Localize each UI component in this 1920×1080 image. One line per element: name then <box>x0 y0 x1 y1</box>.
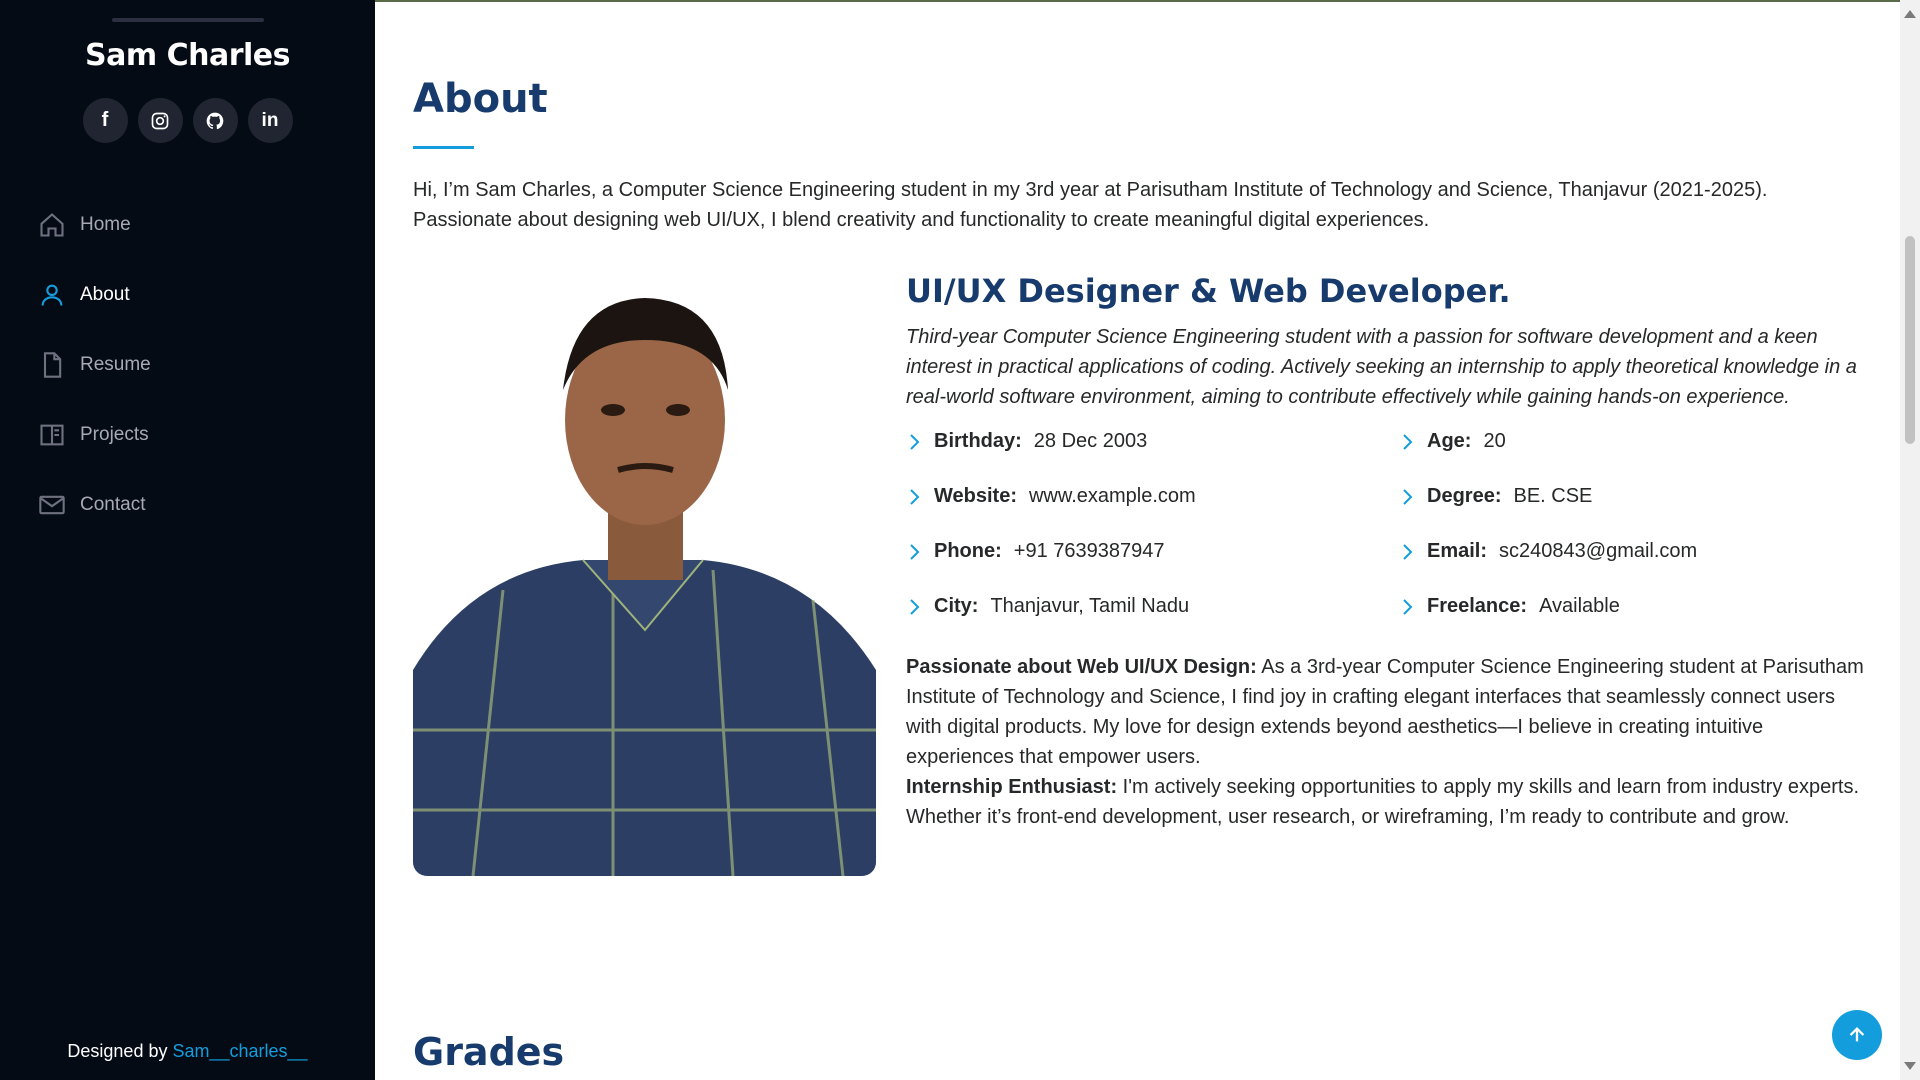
person-icon <box>38 281 66 309</box>
about-intro: Hi, I’m Sam Charles, a Computer Science … <box>413 179 1768 231</box>
nav-item-about[interactable]: About <box>38 260 151 330</box>
chevron-right-icon <box>1399 597 1419 617</box>
scrollbar-thumb[interactable] <box>1905 236 1915 444</box>
fact-freelance: Freelance: Available <box>1399 595 1620 618</box>
credit-link[interactable]: Sam__charles__ <box>172 1041 307 1061</box>
arrow-up-icon <box>1849 1026 1865 1042</box>
chevron-right-icon <box>906 432 926 452</box>
hero-image-edge <box>375 0 1900 2</box>
chevron-right-icon <box>1399 487 1419 507</box>
sidebar: Sam Charles f in Home About Resume Proje… <box>0 0 375 1080</box>
fact-website: Website: www.example.com <box>906 485 1196 508</box>
file-icon <box>38 351 66 379</box>
home-icon <box>38 211 66 239</box>
book-icon <box>38 421 66 449</box>
back-to-top-button[interactable] <box>1832 1010 1882 1060</box>
nav-menu: Home About Resume Projects Contact <box>38 190 151 540</box>
footer-credit: Designed by Sam__charles__ <box>67 1041 308 1061</box>
fact-email: Email: sc240843@gmail.com <box>1399 540 1697 563</box>
about-details: Passionate about Web UI/UX Design: As a … <box>906 652 1866 832</box>
scroll-down-arrow[interactable] <box>1904 1062 1916 1070</box>
github-link[interactable] <box>192 98 238 143</box>
nav-label: About <box>80 284 130 305</box>
chevron-right-icon <box>1399 542 1419 562</box>
linkedin-icon: in <box>261 109 279 131</box>
nav-item-contact[interactable]: Contact <box>38 470 151 540</box>
fact-age: Age: 20 <box>1399 430 1506 453</box>
linkedin-link[interactable]: in <box>247 98 293 143</box>
nav-label: Contact <box>80 494 146 515</box>
role-description: Third-year Computer Science Engineering … <box>906 326 1857 408</box>
fact-birthday: Birthday: 28 Dec 2003 <box>906 430 1147 453</box>
nav-item-home[interactable]: Home <box>38 190 151 260</box>
chevron-right-icon <box>1399 432 1419 452</box>
internship-label: Internship Enthusiast: <box>906 776 1118 798</box>
instagram-icon <box>151 112 169 129</box>
page-scrollbar[interactable] <box>1900 0 1920 1080</box>
section-title-grades: Grades <box>413 1030 565 1074</box>
chevron-right-icon <box>906 542 926 562</box>
main-content: About Hi, I’m Sam Charles, a Computer Sc… <box>375 0 1900 1080</box>
chevron-right-icon <box>906 487 926 507</box>
chevron-right-icon <box>906 597 926 617</box>
profile-photo-illustration <box>413 270 876 876</box>
passion-label: Passionate about Web UI/UX Design: <box>906 656 1257 678</box>
nav-label: Projects <box>80 424 149 445</box>
github-icon <box>206 112 224 129</box>
social-links: f in <box>0 98 375 143</box>
fact-phone: Phone: +91 7639387947 <box>906 540 1165 563</box>
profile-photo <box>413 270 876 876</box>
instagram-link[interactable] <box>137 98 183 143</box>
facebook-link[interactable]: f <box>82 98 128 143</box>
nav-label: Resume <box>80 354 151 375</box>
fact-degree: Degree: BE. CSE <box>1399 485 1592 508</box>
envelope-icon <box>38 491 66 519</box>
nav-item-projects[interactable]: Projects <box>38 400 151 470</box>
facebook-icon: f <box>101 109 109 131</box>
nav-item-resume[interactable]: Resume <box>38 330 151 400</box>
title-underline <box>413 146 474 149</box>
fact-city: City: Thanjavur, Tamil Nadu <box>906 595 1189 618</box>
profile-image-edge <box>112 18 264 22</box>
site-name[interactable]: Sam Charles <box>0 38 375 73</box>
nav-label: Home <box>80 214 131 235</box>
section-title-about: About <box>413 76 548 122</box>
scroll-up-arrow[interactable] <box>1904 10 1916 18</box>
role-title: UI/UX Designer & Web Developer. <box>906 272 1511 310</box>
